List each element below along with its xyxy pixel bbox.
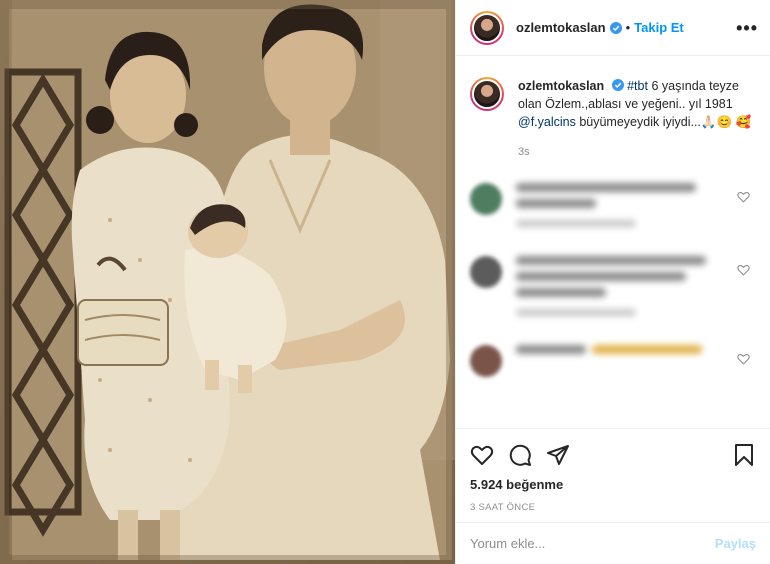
verified-badge-icon: [609, 21, 622, 34]
caption-avatar[interactable]: [470, 77, 504, 111]
avatar[interactable]: [470, 10, 504, 45]
mention-link[interactable]: @f.yalcins: [518, 115, 576, 129]
verified-badge-icon: [611, 79, 624, 91]
heart-icon[interactable]: [470, 443, 494, 467]
comment-icon[interactable]: [508, 443, 532, 467]
add-comment-bar: Paylaş: [456, 522, 770, 564]
blurred-comment: [470, 256, 756, 323]
header-username[interactable]: ozlemtokaslan: [516, 20, 606, 35]
comment-avatar: [470, 345, 502, 377]
more-options-icon[interactable]: •••: [736, 19, 758, 37]
post-timestamp[interactable]: 3 SAAT ÖNCE: [470, 502, 756, 513]
comment-input[interactable]: [470, 536, 715, 551]
bookmark-icon[interactable]: [732, 443, 756, 467]
blurred-comment: [470, 183, 756, 234]
action-icons: [470, 437, 756, 473]
caption-time: 3s: [518, 146, 530, 158]
comments-section: ozlemtokaslan #tbt 6 yaşında teyze olan …: [456, 57, 770, 427]
caption-body-2: büyümeyeydik iyiydi...🙏🏻😊 🥰: [575, 115, 752, 129]
hashtag-link[interactable]: #tbt: [627, 79, 648, 93]
like-count[interactable]: 5.924 beğenme: [470, 477, 756, 492]
separator-dot: •: [625, 20, 631, 35]
comment-like-icon[interactable]: [737, 191, 750, 203]
comment-avatar: [470, 256, 502, 288]
post-side-panel: ozlemtokaslan • Takip Et ••• ozlemtokasl…: [455, 0, 770, 564]
post-actions: 5.924 beğenme 3 SAAT ÖNCE: [456, 428, 770, 513]
comment-avatar: [470, 183, 502, 215]
comment-like-icon[interactable]: [737, 264, 750, 276]
post-photo[interactable]: [0, 0, 455, 564]
caption: ozlemtokaslan #tbt 6 yaşında teyze olan …: [470, 77, 756, 161]
blurred-comment: [470, 345, 756, 377]
sepia-family-photo: [0, 0, 455, 564]
caption-text: ozlemtokaslan #tbt 6 yaşında teyze olan …: [518, 77, 754, 161]
comment-like-icon[interactable]: [737, 353, 750, 365]
post-header: ozlemtokaslan • Takip Et •••: [456, 0, 770, 56]
caption-username[interactable]: ozlemtokaslan: [518, 79, 604, 93]
post-comment-button[interactable]: Paylaş: [715, 536, 756, 551]
follow-button[interactable]: Takip Et: [634, 20, 684, 35]
share-icon[interactable]: [546, 443, 570, 467]
